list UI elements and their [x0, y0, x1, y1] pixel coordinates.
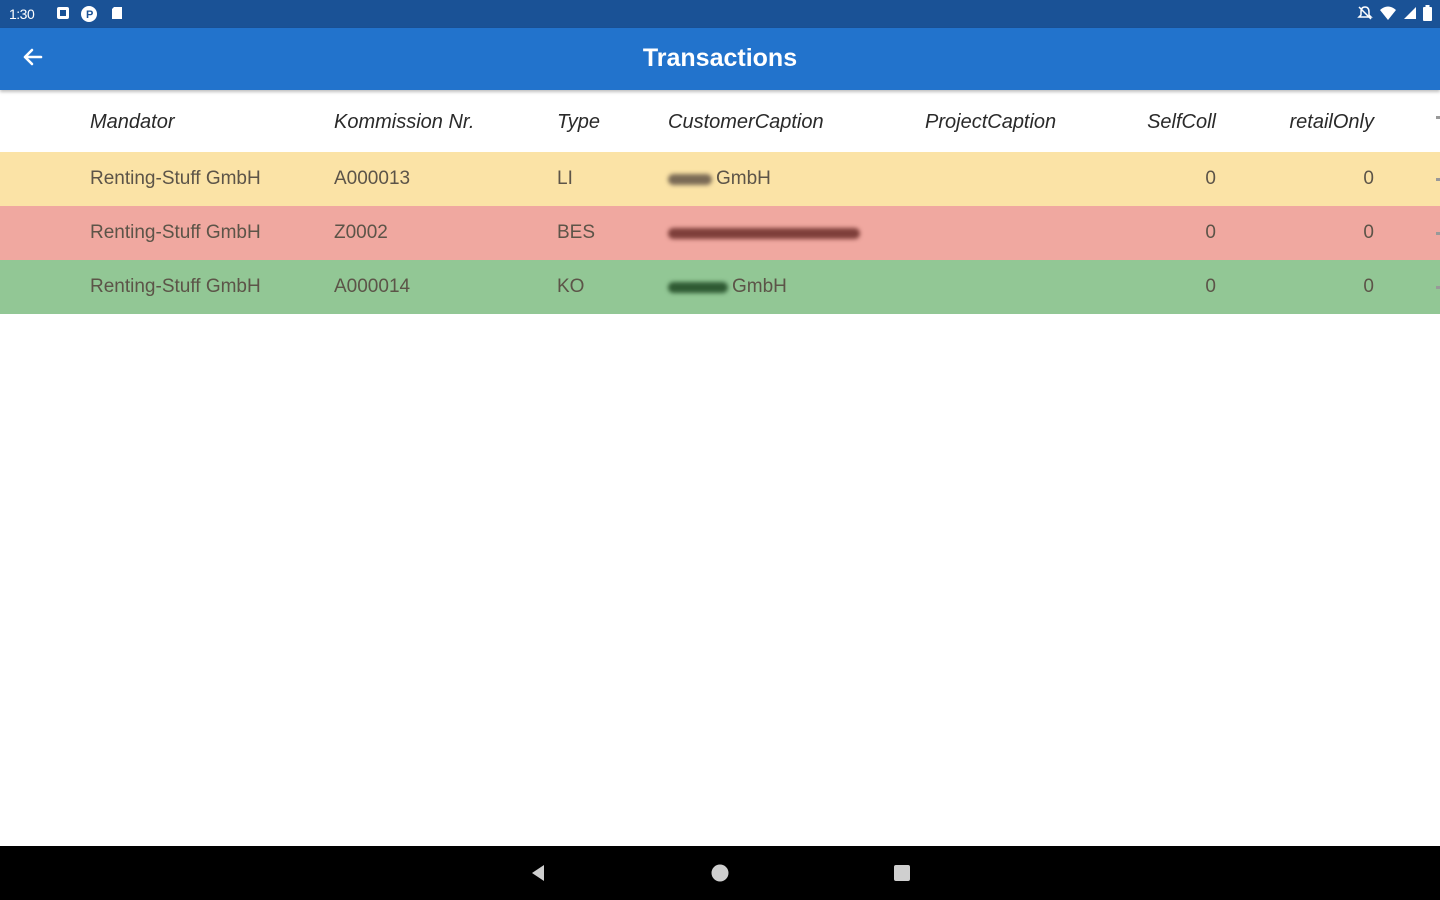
table-header-row: Mandator Kommission Nr. Type CustomerCap… — [0, 92, 1440, 152]
wifi-icon — [1379, 5, 1397, 26]
page-title: Transactions — [642, 44, 798, 72]
cell-customer-caption: GmbH — [668, 260, 787, 314]
cell-self-coll: 0 — [1205, 222, 1216, 243]
scroll-indicator — [1436, 116, 1440, 119]
signal-icon — [1403, 6, 1417, 25]
system-nav-bar — [0, 846, 1440, 900]
cell-customer-caption-text: GmbH — [716, 168, 771, 189]
home-circle-icon[interactable] — [709, 862, 731, 884]
cell-mandator: Renting-Stuff GmbH — [90, 222, 261, 243]
cell-kommission-nr: A000013 — [334, 168, 411, 189]
row-edge-marker — [1436, 178, 1440, 181]
redacted-text — [668, 227, 860, 239]
cell-kommission-nr: Z0002 — [334, 222, 388, 243]
cell-self-coll: 0 — [1205, 168, 1216, 189]
row-edge-marker — [1436, 232, 1440, 235]
cell-type: LI — [557, 168, 573, 189]
cell-customer-caption: GmbH — [668, 152, 771, 206]
cell-type: KO — [557, 276, 585, 297]
column-header-self-coll[interactable]: SelfColl — [1100, 92, 1216, 152]
cell-kommission-nr: A000014 — [334, 276, 411, 297]
cell-self-coll: 0 — [1205, 276, 1216, 297]
column-header-project-caption[interactable]: ProjectCaption — [925, 92, 1056, 152]
notification-icon — [56, 6, 70, 20]
cell-mandator: Renting-Stuff GmbH — [90, 276, 261, 297]
battery-icon — [1423, 5, 1432, 26]
cell-retail-only: 0 — [1363, 168, 1374, 189]
cell-type: BES — [557, 222, 596, 243]
back-triangle-icon[interactable] — [527, 862, 549, 884]
redacted-text — [668, 173, 712, 185]
svg-text:P: P — [86, 9, 93, 21]
column-header-customer-caption[interactable]: CustomerCaption — [668, 92, 824, 152]
column-header-mandator[interactable]: Mandator — [90, 92, 175, 152]
row-edge-marker — [1436, 286, 1440, 289]
transactions-table: Mandator Kommission Nr. Type CustomerCap… — [0, 92, 1440, 314]
cell-customer-caption — [668, 206, 864, 260]
table-row[interactable]: Renting-Stuff GmbH Z0002 BES 0 0 — [0, 206, 1440, 260]
redacted-text — [668, 281, 728, 293]
column-header-retail-only[interactable]: retailOnly — [1260, 92, 1374, 152]
table-row[interactable]: Renting-Stuff GmbH A000014 KO GmbH 0 0 — [0, 260, 1440, 314]
column-header-kommission-nr[interactable]: Kommission Nr. — [334, 92, 474, 152]
app-bar: Transactions — [0, 28, 1440, 90]
recents-square-icon[interactable] — [891, 862, 913, 884]
p-app-icon: P — [80, 5, 98, 23]
cell-mandator: Renting-Stuff GmbH — [90, 168, 261, 189]
sd-card-icon — [110, 6, 124, 20]
mute-icon — [1357, 5, 1373, 26]
cell-retail-only: 0 — [1363, 276, 1374, 297]
cell-retail-only: 0 — [1363, 222, 1374, 243]
cell-customer-caption-text: GmbH — [732, 276, 787, 297]
status-time: 1:30 — [9, 6, 35, 22]
column-header-type[interactable]: Type — [557, 92, 600, 152]
table-row[interactable]: Renting-Stuff GmbH A000013 LI GmbH 0 0 — [0, 152, 1440, 206]
status-bar: 1:30 P — [0, 0, 1440, 28]
